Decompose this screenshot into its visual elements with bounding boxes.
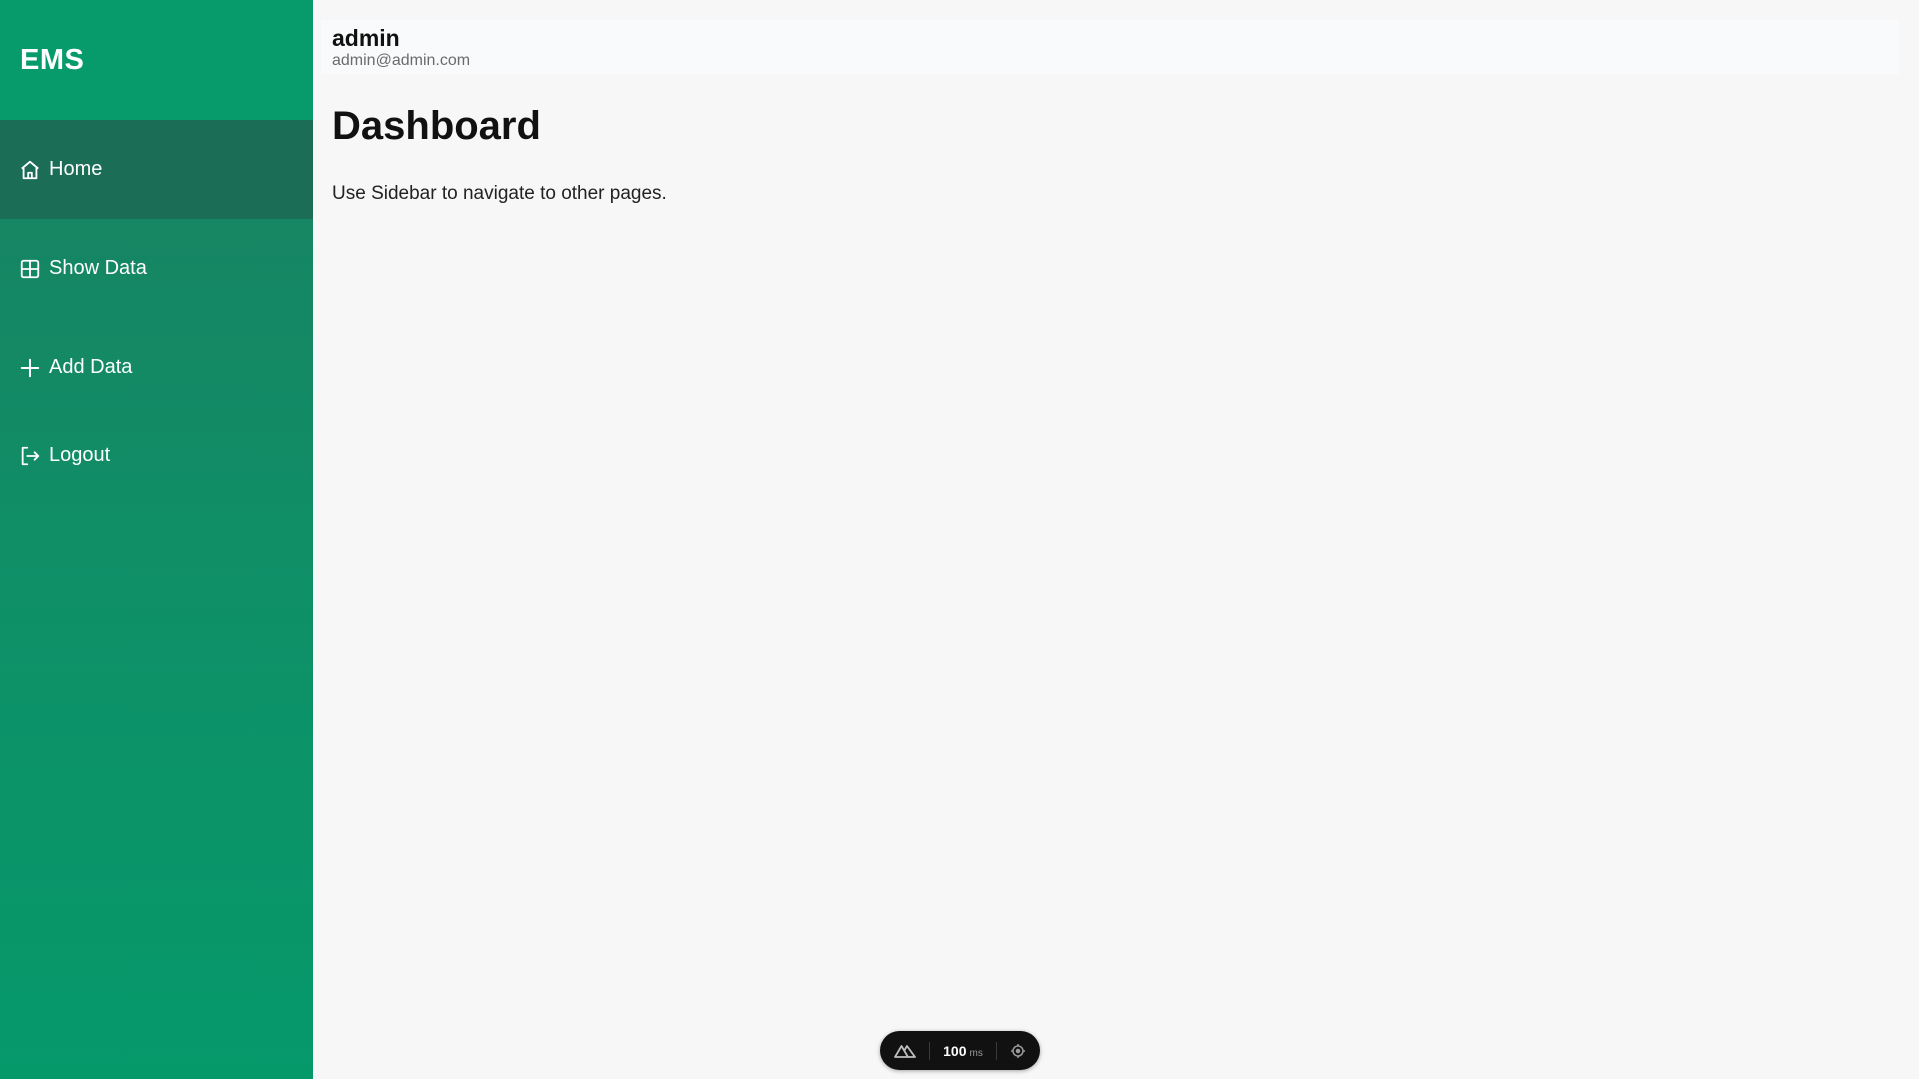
user-header: admin admin@admin.com [321,20,1899,74]
sidebar-item-home[interactable]: Home [0,120,313,219]
brand-logo[interactable]: EMS [0,0,313,120]
nuxt-logo-icon[interactable] [894,1043,916,1059]
dev-toolbar-widget[interactable]: 100 ms [880,1031,1040,1070]
sidebar-item-label: Home [49,158,103,180]
logout-icon [19,445,41,467]
page-description: Use Sidebar to navigate to other pages. [332,183,667,204]
sidebar-item-label: Add Data [49,356,133,378]
plus-icon [19,357,41,379]
app: EMS Home Show Data Add Data Logout admin… [0,0,1919,1079]
user-name: admin [332,25,400,51]
sidebar-item-label: Show Data [49,257,147,279]
sidebar-item-logout[interactable]: Logout [0,417,313,512]
sidebar: EMS Home Show Data Add Data Logout [0,0,313,1079]
divider [995,1041,997,1060]
render-time: 100 ms [943,1043,983,1059]
render-time-unit: ms [969,1047,983,1059]
user-email: admin@admin.com [332,52,471,69]
render-time-value: 100 [943,1042,967,1059]
sidebar-item-show-data[interactable]: Show Data [0,219,313,318]
divider [929,1041,931,1060]
target-icon[interactable] [1010,1043,1026,1059]
sidebar-item-label: Logout [49,444,111,466]
main-content: admin admin@admin.com Dashboard Use Side… [313,0,1919,1079]
home-icon [19,159,41,181]
page-title: Dashboard [332,104,541,148]
table-icon [19,258,41,280]
sidebar-item-add-data[interactable]: Add Data [0,318,313,417]
